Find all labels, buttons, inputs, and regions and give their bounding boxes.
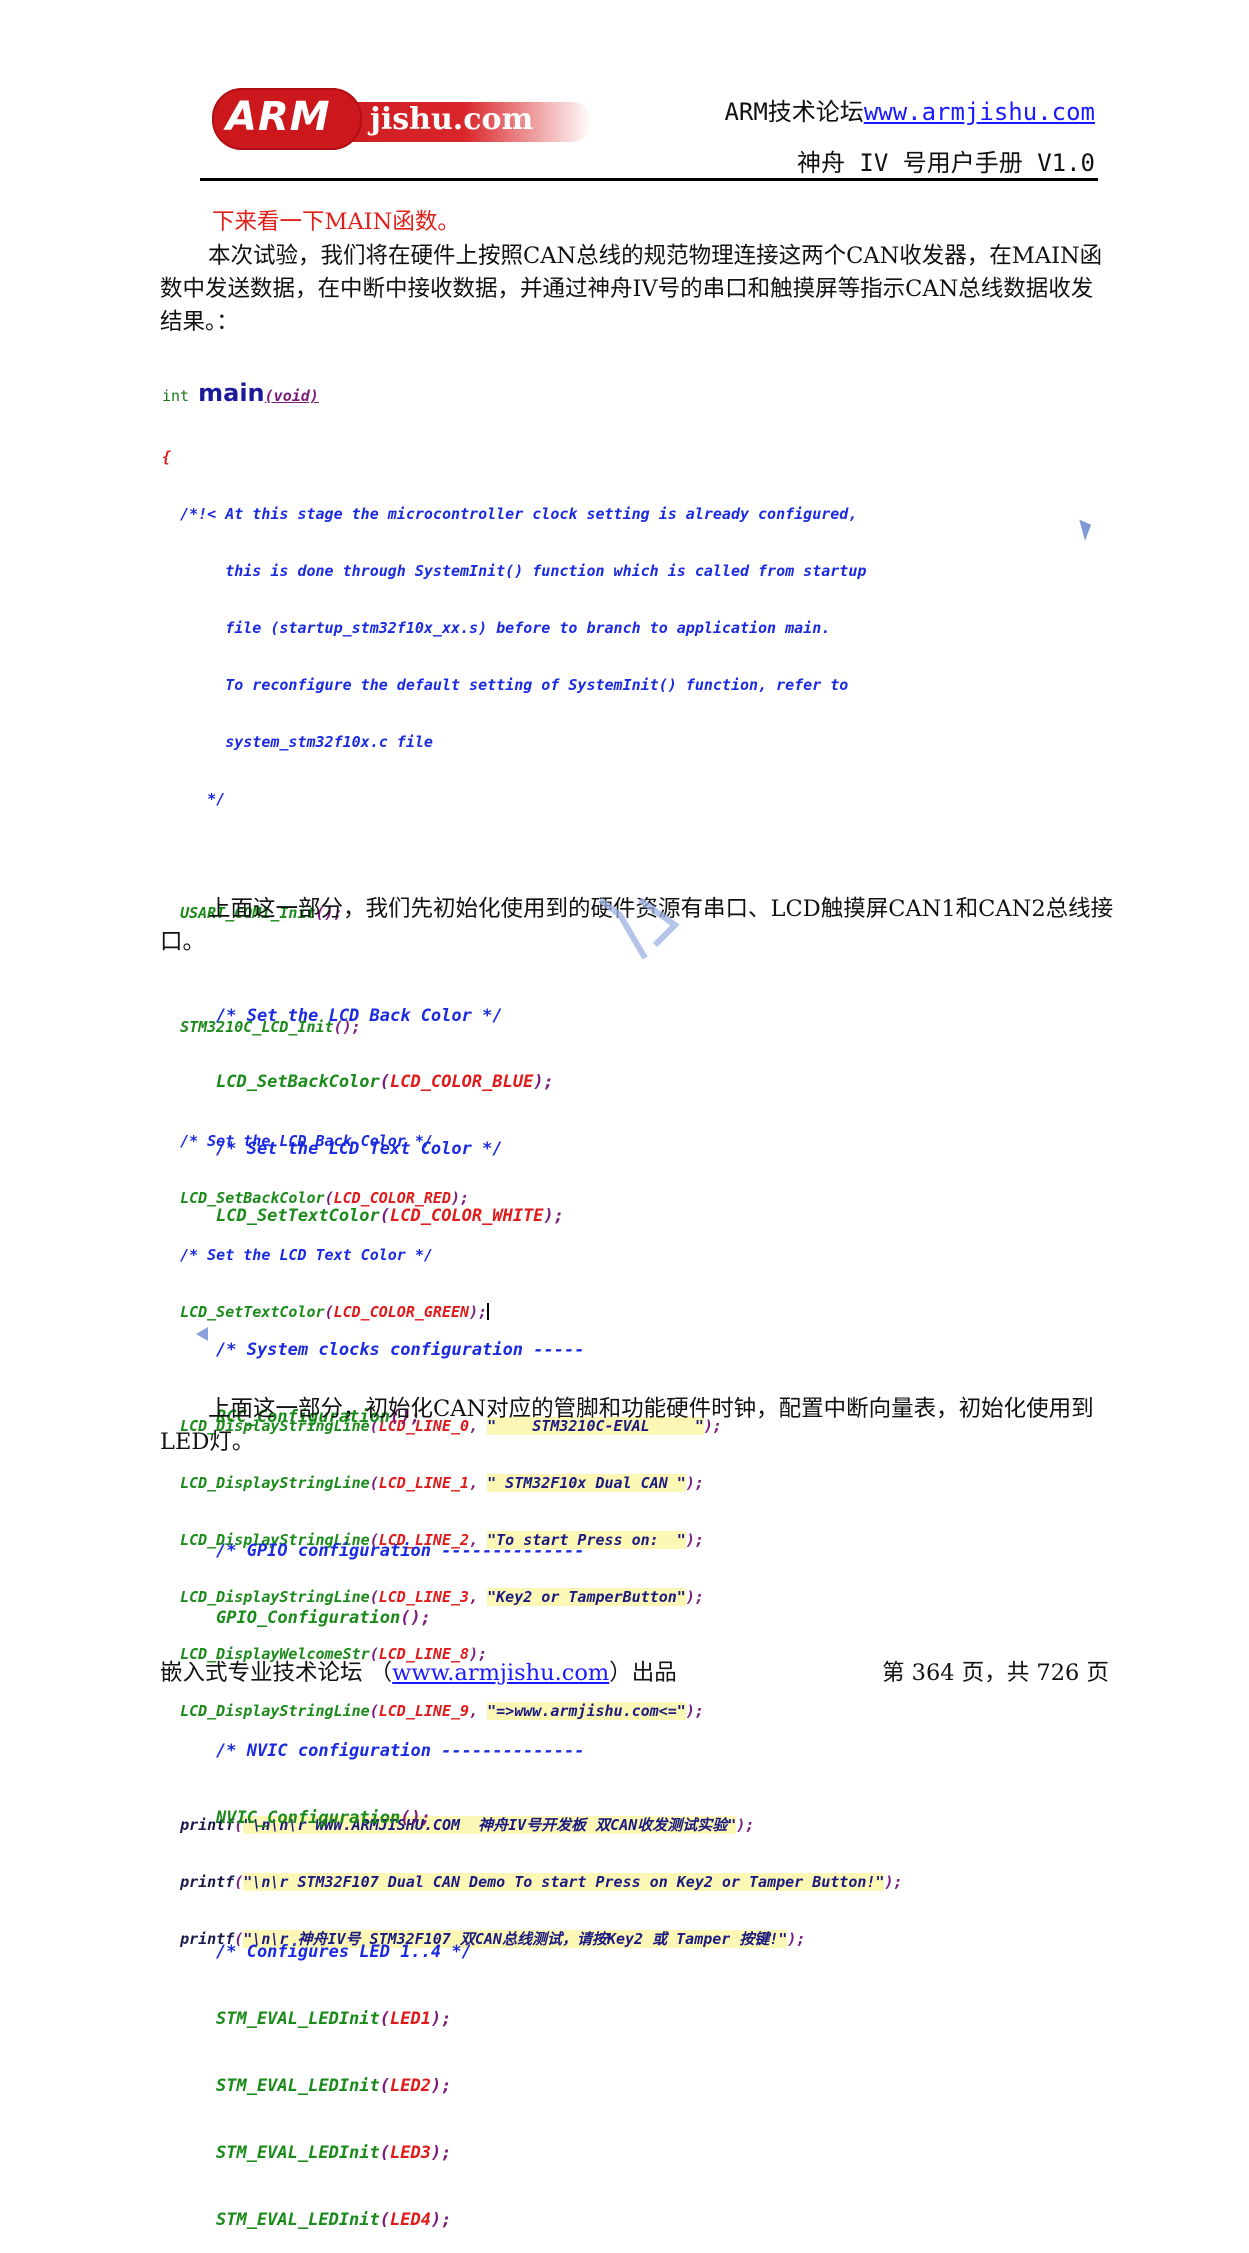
bookmark-arrow-icon [1079, 517, 1095, 541]
code-brace: { [162, 448, 172, 466]
header-divider [200, 178, 1098, 181]
code-comment-rcc: /* System clocks configuration ----- [216, 1340, 585, 1361]
code-comment-line: */ [180, 790, 226, 808]
footer-link[interactable]: www.armjishu.com [392, 1660, 609, 1686]
code-led-init: STM_EVAL_LEDInit [216, 2075, 380, 2096]
code-comment-line: this is done through SystemInit() functi… [180, 562, 867, 580]
logo-jishu-text: jishu.com [370, 102, 534, 137]
code-comment-line: system_stm32f10x.c file [180, 733, 433, 751]
code-nvic-config: NVIC_Configuration [216, 1808, 401, 1829]
code-comment-back: /* Set the LCD Back Color */ [216, 1005, 503, 1026]
code-comment-line: /*!< At this stage the microcontroller c… [180, 505, 858, 523]
code-main: main [198, 379, 265, 407]
intro-paragraph: 本次试验，我们将在硬件上按照CAN总线的规范物理连接这两个CAN收发器，在MAI… [160, 243, 1103, 335]
code-set-back: LCD_SetBackColor [216, 1072, 380, 1093]
section-heading: 下来看一下MAIN函数。 [212, 209, 460, 235]
code-comment-line: To reconfigure the default setting of Sy… [180, 676, 849, 694]
code-call: (); [400, 1607, 431, 1628]
led-init-paragraph: 上面这一部分，初始化CAN对应的管脚和功能硬件时钟，配置中断向量表，初始化使用到… [160, 1396, 1094, 1455]
code-set-text: LCD_SetTextColor [216, 1206, 380, 1227]
code-call: (); [400, 1808, 431, 1829]
header-forum: ARM技术论坛www.armjishu.com [724, 92, 1095, 127]
manual-title: 神舟 IV 号用户手册 V1.0 [796, 149, 1095, 177]
code-comment-gpio: /* GPIO configuration -------------- [216, 1540, 585, 1561]
code-led-init: STM_EVAL_LEDInit [216, 2142, 380, 2163]
logo-arm-text: ARM [226, 94, 331, 140]
footer-suffix: ）出品 [609, 1660, 677, 1686]
forum-label: ARM技术论坛 [724, 98, 864, 126]
bookmark-arrow-icon [196, 1327, 208, 1341]
code-int: int [162, 387, 190, 405]
code-led-arg: LED3 [390, 2142, 431, 2163]
code-comment-nvic: /* NVIC configuration -------------- [216, 1741, 585, 1762]
code-led-init: STM_EVAL_LEDInit [216, 2008, 380, 2029]
footer-credit: 嵌入式专业技术论坛 （www.armjishu.com）出品 [160, 1655, 677, 1687]
code-comment-text: /* Set the LCD Text Color */ [216, 1139, 503, 1160]
forum-link[interactable]: www.armjishu.com [864, 98, 1095, 126]
code-comment-led: /* Configures LED 1..4 */ [216, 1942, 472, 1963]
code-led-arg: LED2 [390, 2075, 431, 2096]
code-led-arg: LED4 [390, 2209, 431, 2230]
code-led-init: STM_EVAL_LEDInit [216, 2209, 380, 2230]
watermark-mark-icon [598, 897, 680, 960]
code-comment-line: file (startup_stm32f10x_xx.s) before to … [180, 619, 831, 637]
code-set-text-arg: LCD_COLOR_WHITE [390, 1206, 544, 1227]
page-number: 第 364 页，共 726 页 [882, 1660, 1109, 1686]
armjishu-logo: ARM jishu.com [212, 88, 592, 150]
code-set-back-arg: LCD_COLOR_BLUE [390, 1072, 534, 1093]
code-block-init: /* Set the LCD Back Color */ LCD_SetBack… [216, 1005, 585, 2230]
footer-prefix: 嵌入式专业技术论坛 （ [160, 1660, 393, 1686]
code-led-arg: LED1 [390, 2008, 431, 2029]
code-void: (void) [264, 387, 319, 405]
code-gpio-config: GPIO_Configuration [216, 1607, 401, 1628]
